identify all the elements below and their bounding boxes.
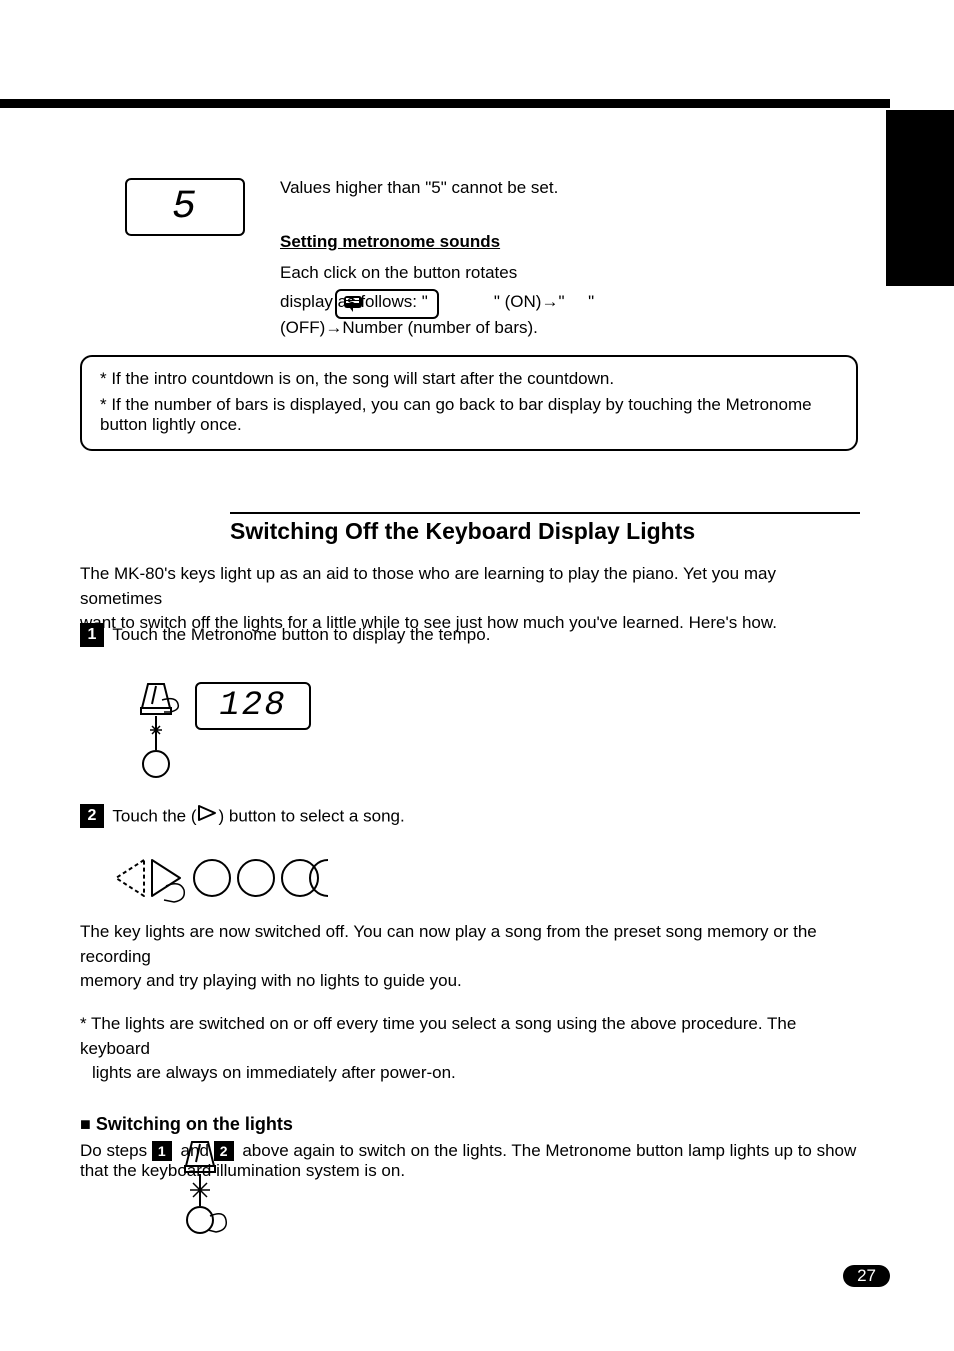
text-block-1: Values higher than "5" cannot be set.	[280, 176, 750, 201]
step2-paragraph: The key lights are now switched off. You…	[80, 920, 860, 1086]
lcd-value: 5	[172, 185, 198, 230]
text: " (ON)→"	[494, 292, 565, 311]
step-number-2: 2	[80, 804, 104, 828]
step1-text: Touch the Metronome button to display th…	[112, 625, 490, 644]
heading-text: ■ Switching on the lights	[80, 1114, 293, 1134]
note-box: * If the intro countdown is on, the song…	[80, 355, 858, 451]
lcd-display-tempo: 128	[195, 682, 311, 730]
section-title: Switching Off the Keyboard Display Light…	[230, 512, 860, 545]
text: " cannot be set.	[441, 178, 559, 197]
step-2: 2 Touch the ( ) button to select a song.	[80, 804, 860, 830]
hs-c: above again to switch on the lights. The…	[238, 1141, 857, 1160]
figure-metronome-button	[126, 680, 186, 780]
lcd3-value: 128	[219, 687, 286, 725]
right-arrow-icon	[197, 804, 219, 822]
text: display as follows: "	[280, 292, 428, 311]
note-line-2b: lightly once.	[152, 415, 242, 434]
step-number-1: 1	[80, 623, 104, 647]
p2a: * The lights are switched on or off ever…	[80, 1014, 796, 1058]
sub-heading: Setting metronome sounds	[280, 230, 750, 255]
figure-metronome-lit	[170, 1138, 230, 1243]
step-1: 1 Touch the Metronome button to display …	[80, 623, 860, 648]
note-line-1: * If the intro countdown is on, the song…	[100, 369, 838, 389]
text: Setting metronome sounds	[280, 232, 500, 251]
hs-d: that the keyboard illumination system is…	[80, 1161, 405, 1180]
p2b: lights are always on immediately after p…	[80, 1063, 456, 1082]
lcd-display-bars: 5	[125, 178, 245, 236]
page-number-value: 27	[857, 1266, 876, 1285]
p1a: The key lights are now switched off. You…	[80, 922, 817, 966]
page-number: 27	[843, 1265, 890, 1287]
p1b: memory and try playing with no lights to…	[80, 971, 462, 990]
text: Each click on the button rotates	[280, 263, 517, 282]
intro-l1: The MK-80's keys light up as an aid to t…	[80, 564, 776, 608]
section-tab	[886, 110, 954, 286]
text: (OFF)→Number (number of bars).	[280, 318, 538, 337]
inline-step-1: 1	[152, 1141, 172, 1161]
header-rule	[0, 99, 890, 108]
step2-text-a: Touch the (	[112, 806, 196, 825]
figure-arrow-buttons	[104, 850, 354, 910]
text-block-2: Each click on the button rotates	[280, 261, 780, 286]
text-block-3: display as follows: " " (ON)→" "	[280, 290, 840, 315]
text: "	[588, 292, 594, 311]
title-text: Switching Off the Keyboard Display Light…	[230, 518, 695, 544]
hs-a: Do steps	[80, 1141, 152, 1160]
text: Values higher than "	[280, 178, 431, 197]
step2-text-b: ) button to select a song.	[219, 806, 405, 825]
text-block-4: (OFF)→Number (number of bars).	[280, 316, 840, 341]
subsection-heading: ■ Switching on the lights	[80, 1114, 293, 1135]
